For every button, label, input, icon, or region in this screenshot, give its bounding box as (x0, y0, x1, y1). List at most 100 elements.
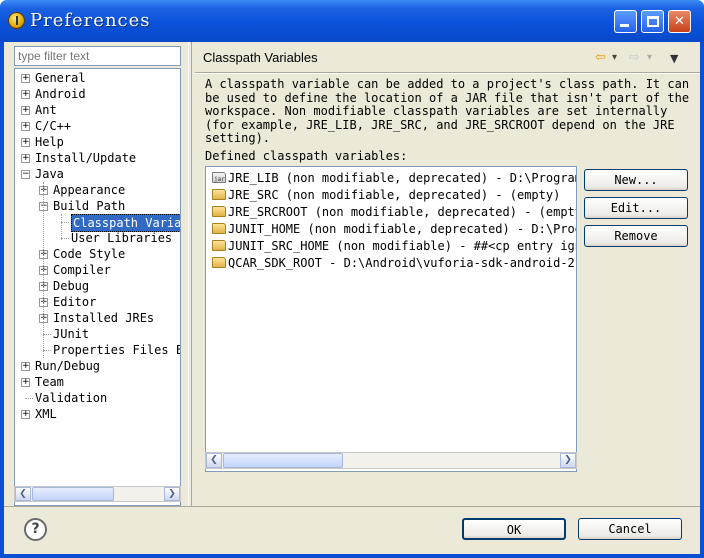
tree-item-label: JUnit (53, 327, 90, 341)
title-bar[interactable]: Preferences ✕ (0, 0, 704, 42)
folder-icon (212, 240, 226, 251)
back-arrow-icon[interactable]: ⇦ (595, 50, 606, 65)
variable-text: JRE_LIB (non modifiable, deprecated) - D… (228, 171, 577, 185)
close-button[interactable]: ✕ (668, 10, 691, 33)
variable-text: JRE_SRCROOT (non modifiable, deprecated)… (228, 205, 577, 219)
tree-connector (43, 334, 51, 335)
scroll-right-button[interactable]: ❯ (164, 487, 180, 501)
list-scroll-right-button[interactable]: ❯ (560, 453, 576, 468)
folder-icon (212, 206, 226, 217)
forward-arrow-icon[interactable]: ⇨ (629, 50, 640, 65)
tree-item-label: Team (35, 375, 64, 389)
expand-icon[interactable]: + (21, 154, 30, 163)
list-scroll-thumb[interactable] (223, 453, 343, 468)
tree-item-label: User Libraries (71, 231, 173, 245)
filter-input[interactable] (14, 46, 181, 66)
tree-item-label: C/C++ (35, 119, 72, 133)
expand-icon[interactable]: + (21, 106, 30, 115)
tree-item[interactable]: + Install/Update (15, 150, 180, 166)
tree-item[interactable]: Classpath Variab (15, 214, 180, 232)
tree-item-label: Compiler (53, 263, 111, 277)
chevron-left-icon: ❮ (19, 489, 27, 499)
tree-item[interactable]: + Code Style (15, 246, 180, 262)
tree-item-label: Help (35, 135, 64, 149)
window-title: Preferences (30, 10, 151, 31)
tree-item-label: Android (35, 87, 86, 101)
tree-item[interactable]: + Installed JREs (15, 310, 180, 326)
expand-icon[interactable]: + (21, 138, 30, 147)
help-icon[interactable]: ? (24, 518, 47, 541)
dialog-client: + General + Android + Ant + C/C++ + Help + Install/… (4, 42, 700, 554)
expand-icon[interactable]: + (21, 362, 30, 371)
tree-item[interactable]: + Appearance (15, 182, 180, 198)
edit-button[interactable]: Edit... (584, 197, 688, 219)
tree-connector (61, 238, 69, 239)
new-button[interactable]: New... (584, 169, 688, 191)
expand-icon[interactable]: + (21, 90, 30, 99)
tree-item[interactable]: − Build Path (15, 198, 180, 214)
tree-item[interactable]: + Ant (15, 102, 180, 118)
tree-item-label: Installed JREs (53, 311, 155, 325)
tree-item[interactable]: + Team (15, 374, 180, 390)
expand-icon[interactable]: + (21, 74, 30, 83)
maximize-button[interactable] (641, 10, 664, 33)
minimize-button[interactable] (614, 10, 637, 33)
tree-item-label: Code Style (53, 247, 126, 261)
maximize-icon (647, 16, 659, 27)
tree-item[interactable]: + Compiler (15, 262, 180, 278)
expand-icon[interactable]: + (21, 122, 30, 131)
view-menu-icon[interactable]: ▼ (670, 52, 678, 65)
preferences-tree[interactable]: + General + Android + Ant + C/C++ + Help + Install/… (14, 68, 181, 506)
header-separator (195, 72, 700, 74)
tree-connector (25, 398, 33, 399)
chevron-right-icon: ❯ (564, 455, 572, 465)
page-description: A classpath variable can be added to a p… (205, 77, 690, 145)
minimize-icon (620, 24, 629, 27)
tree-item-label: Debug (53, 279, 90, 293)
list-horizontal-scrollbar[interactable]: ❮ ❯ (205, 452, 577, 469)
list-item[interactable]: JUNIT_HOME (non modifiable, deprecated) … (212, 221, 576, 237)
tree-item[interactable]: JUnit (15, 326, 180, 342)
tree-item[interactable]: Properties Files E (15, 342, 180, 358)
tree-item[interactable]: + Editor (15, 294, 180, 310)
tree-item[interactable]: + General (15, 70, 180, 86)
dialog-footer: ? OK Cancel (4, 506, 700, 554)
tree-item[interactable]: + Run/Debug (15, 358, 180, 374)
ok-button[interactable]: OK (462, 518, 566, 540)
tree-item-label: Properties Files E (53, 343, 181, 357)
remove-button[interactable]: Remove (584, 225, 688, 247)
tree-connector (43, 350, 51, 351)
list-item[interactable]: JRE_LIB (non modifiable, deprecated) - D… (212, 170, 577, 188)
tree-item[interactable]: + Help (15, 134, 180, 150)
tree-item[interactable]: + Android (15, 86, 180, 102)
cancel-button[interactable]: Cancel (578, 518, 682, 540)
list-item[interactable]: JRE_SRCROOT (non modifiable, deprecated)… (212, 204, 577, 220)
back-menu-icon[interactable]: ▾ (612, 52, 617, 63)
expand-icon[interactable]: + (21, 378, 30, 387)
tree-item[interactable]: + XML (15, 406, 180, 422)
scroll-thumb[interactable] (32, 487, 114, 501)
expand-icon[interactable]: + (21, 410, 30, 419)
tree-item[interactable]: Validation (15, 390, 180, 406)
variable-text: JUNIT_SRC_HOME (non modifiable) - ##<cp … (228, 239, 577, 253)
list-item[interactable]: JRE_SRC (non modifiable, deprecated) - (… (212, 187, 560, 203)
tree-item-label: Appearance (53, 183, 126, 197)
tree-item[interactable]: + C/C++ (15, 118, 180, 134)
collapse-icon[interactable]: − (21, 170, 30, 179)
list-scroll-left-button[interactable]: ❮ (206, 453, 222, 468)
tree-guide-line (43, 182, 44, 358)
tree-item[interactable]: User Libraries (15, 230, 180, 246)
preferences-window: Preferences ✕ + General + Android + Ant + C/C++… (0, 0, 704, 558)
tree-item-label: Validation (35, 391, 108, 405)
tree-horizontal-scrollbar[interactable]: ❮ ❯ (14, 486, 181, 502)
tree-item[interactable]: + Debug (15, 278, 180, 294)
defined-variables-label: Defined classpath variables: (205, 149, 408, 163)
forward-menu-icon[interactable]: ▾ (647, 52, 652, 63)
list-item[interactable]: QCAR_SDK_ROOT - D:\Android\vuforia-sdk-a… (212, 255, 576, 271)
tree-item[interactable]: − Java (15, 166, 180, 182)
pane-splitter[interactable] (188, 42, 192, 506)
list-item[interactable]: JUNIT_SRC_HOME (non modifiable) - ##<cp … (212, 238, 577, 254)
tree-item-label: Java (35, 167, 64, 181)
classpath-variables-list[interactable]: JRE_LIB (non modifiable, deprecated) - D… (205, 166, 577, 472)
scroll-left-button[interactable]: ❮ (15, 487, 31, 501)
